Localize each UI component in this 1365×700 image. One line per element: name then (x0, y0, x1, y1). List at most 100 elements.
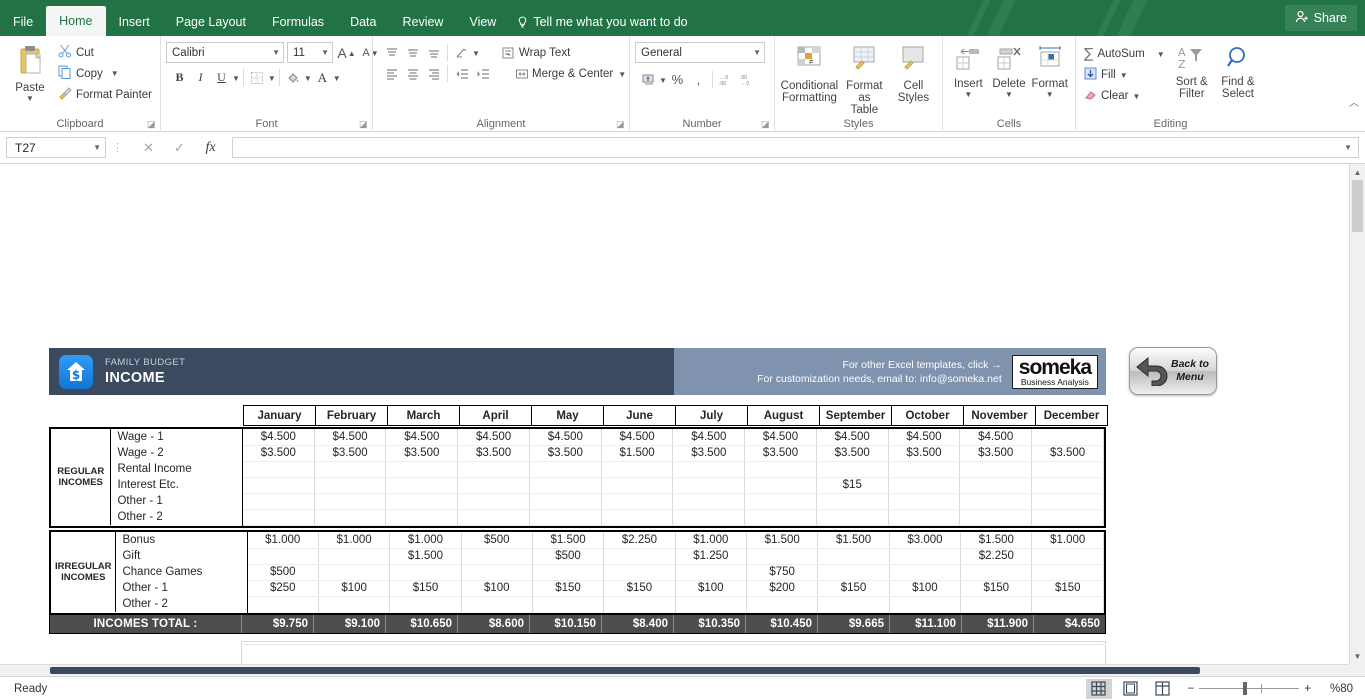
amount-cell[interactable] (816, 461, 888, 477)
total-cell[interactable]: $9.750 (241, 615, 313, 633)
format-cells-button[interactable]: Format ▼ (1029, 42, 1070, 98)
amount-cell[interactable] (1032, 548, 1104, 564)
horizontal-scrollbar[interactable] (0, 664, 1349, 676)
tab-formulas[interactable]: Formulas (259, 8, 337, 36)
amount-cell[interactable] (604, 596, 675, 612)
tell-me-box[interactable]: Tell me what you want to do (509, 8, 695, 36)
amount-cell[interactable] (961, 564, 1032, 580)
amount-cell[interactable] (818, 564, 889, 580)
amount-cell[interactable] (745, 509, 817, 525)
scroll-up-icon[interactable]: ▲ (1350, 164, 1365, 180)
row-label[interactable]: Chance Games (116, 564, 247, 580)
amount-cell[interactable] (601, 477, 673, 493)
align-top-button[interactable] (381, 42, 402, 63)
row-label[interactable]: Other - 2 (111, 509, 243, 525)
amount-cell[interactable] (888, 493, 960, 509)
amount-cell[interactable] (386, 461, 458, 477)
number-dialog-launcher[interactable]: ◪ (761, 120, 770, 129)
vertical-scrollbar[interactable]: ▲ ▼ (1349, 164, 1365, 664)
format-as-table-button[interactable]: Format as Table (839, 42, 890, 116)
total-cell[interactable]: $8.400 (601, 615, 673, 633)
amount-cell[interactable]: $4.500 (601, 429, 673, 445)
normal-view-button[interactable] (1086, 679, 1112, 699)
amount-cell[interactable] (390, 564, 461, 580)
amount-cell[interactable] (745, 477, 817, 493)
amount-cell[interactable] (532, 596, 603, 612)
amount-cell[interactable]: $3.500 (960, 445, 1032, 461)
scroll-down-icon[interactable]: ▼ (1350, 648, 1365, 664)
someka-logo[interactable]: someka Business Analysis (1012, 355, 1098, 389)
amount-cell[interactable] (889, 596, 960, 612)
amount-cell[interactable]: $3.500 (386, 445, 458, 461)
row-label[interactable]: Bonus (116, 532, 247, 548)
amount-cell[interactable]: $4.500 (458, 429, 530, 445)
amount-cell[interactable]: $1.000 (247, 532, 318, 548)
amount-cell[interactable] (461, 564, 532, 580)
sort-filter-button[interactable]: AZ Sort & Filter (1170, 42, 1214, 100)
fill-dropdown-icon[interactable]: ▼ (1120, 72, 1128, 79)
increase-decimal-button[interactable]: ←.0.00 (716, 69, 737, 90)
amount-cell[interactable]: $500 (247, 564, 318, 580)
amount-cell[interactable]: $150 (390, 580, 461, 596)
insert-function-button[interactable]: fx (195, 137, 226, 159)
amount-cell[interactable] (675, 564, 746, 580)
zoom-slider[interactable]: − + (1182, 683, 1317, 695)
amount-cell[interactable]: $4.500 (745, 429, 817, 445)
amount-cell[interactable]: $4.500 (673, 429, 745, 445)
clear-button[interactable]: Clear ▼ (1081, 85, 1168, 106)
amount-cell[interactable]: $3.500 (314, 445, 386, 461)
amount-cell[interactable] (961, 596, 1032, 612)
amount-cell[interactable] (529, 509, 601, 525)
amount-cell[interactable] (314, 509, 386, 525)
paste-dropdown-icon[interactable]: ▼ (26, 95, 34, 102)
total-cell[interactable]: $10.150 (529, 615, 601, 633)
amount-cell[interactable]: $100 (461, 580, 532, 596)
amount-cell[interactable]: $1.500 (390, 548, 461, 564)
amount-cell[interactable]: $2.250 (961, 548, 1032, 564)
amount-cell[interactable] (888, 461, 960, 477)
name-box[interactable]: T27 ▼ (6, 137, 106, 158)
decrease-decimal-button[interactable]: .00→.0 (737, 69, 758, 90)
amount-cell[interactable] (529, 477, 601, 493)
align-middle-button[interactable] (402, 42, 423, 63)
row-label[interactable]: Other - 1 (111, 493, 243, 509)
amount-cell[interactable]: $3.500 (458, 445, 530, 461)
incomes-bar-chart[interactable]: $9.750$9.100$10.650$8.600$10.150$8.400$1… (241, 641, 1106, 664)
row-label[interactable]: Wage - 1 (111, 429, 243, 445)
amount-cell[interactable]: $4.500 (816, 429, 888, 445)
amount-cell[interactable] (390, 596, 461, 612)
amount-cell[interactable]: $3.500 (529, 445, 601, 461)
copy-button[interactable]: Copy ▼ (55, 63, 155, 84)
orientation-dropdown-icon[interactable]: ▼ (472, 50, 480, 57)
amount-cell[interactable] (960, 461, 1032, 477)
fill-color-button[interactable] (283, 67, 304, 88)
amount-cell[interactable]: $1.000 (390, 532, 461, 548)
back-to-menu-button[interactable]: Back to Menu (1129, 347, 1217, 395)
insert-cells-button[interactable]: Insert ▼ (948, 42, 989, 98)
amount-cell[interactable] (461, 548, 532, 564)
amount-cell[interactable]: $1.000 (1032, 532, 1104, 548)
amount-cell[interactable] (673, 477, 745, 493)
amount-cell[interactable] (529, 461, 601, 477)
amount-cell[interactable]: $4.500 (888, 429, 960, 445)
accounting-dropdown-icon[interactable]: ▼ (659, 77, 667, 84)
total-cell[interactable]: $9.100 (313, 615, 385, 633)
row-label[interactable]: Wage - 2 (111, 445, 243, 461)
amount-cell[interactable]: $3.500 (673, 445, 745, 461)
amount-cell[interactable] (960, 493, 1032, 509)
amount-cell[interactable] (318, 564, 389, 580)
insert-dropdown-icon[interactable]: ▼ (964, 91, 972, 98)
amount-cell[interactable] (314, 477, 386, 493)
align-right-button[interactable] (423, 63, 444, 84)
amount-cell[interactable] (458, 509, 530, 525)
amount-cell[interactable] (243, 461, 315, 477)
font-size-select[interactable]: 11 ▼ (287, 42, 333, 63)
amount-cell[interactable] (889, 548, 960, 564)
amount-cell[interactable] (816, 509, 888, 525)
row-label[interactable]: Rental Income (111, 461, 243, 477)
amount-cell[interactable] (673, 461, 745, 477)
amount-cell[interactable] (314, 493, 386, 509)
total-cell[interactable]: $10.450 (745, 615, 817, 633)
amount-cell[interactable]: $150 (818, 580, 889, 596)
amount-cell[interactable]: $2.250 (604, 532, 675, 548)
